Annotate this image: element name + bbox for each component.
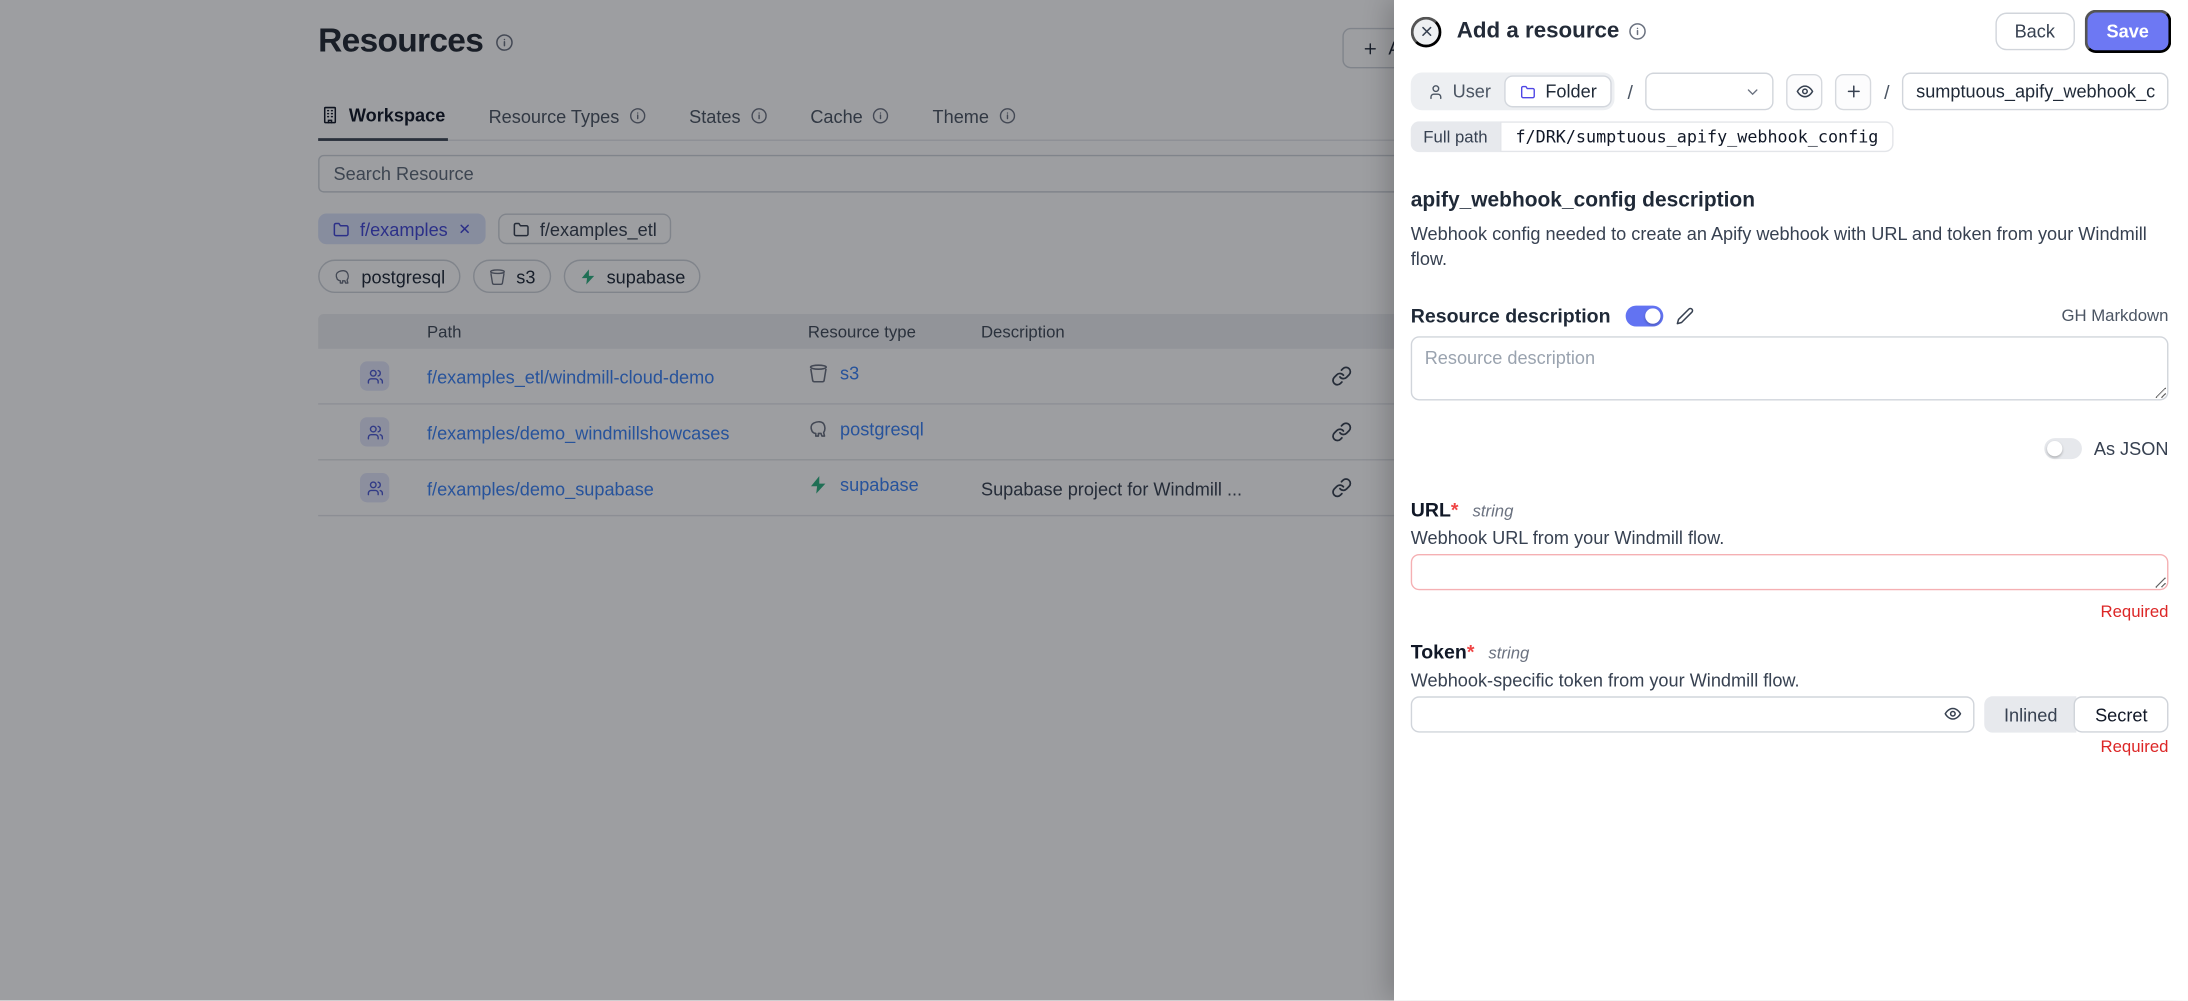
add-resource-drawer: Add a resource Back Save User Folder — [1394, 0, 2188, 1001]
as-json-row: As JSON — [1411, 438, 2169, 459]
owner-kind-folder[interactable]: Folder — [1505, 75, 1612, 107]
token-field-label: Token — [1411, 641, 1467, 663]
save-button[interactable]: Save — [2084, 10, 2171, 53]
info-icon[interactable] — [1629, 22, 1647, 40]
token-field-type: string — [1488, 643, 1529, 663]
description-label: Resource description — [1411, 304, 1611, 326]
owner-kind-user[interactable]: User — [1414, 75, 1505, 107]
resource-name-input[interactable] — [1902, 73, 2168, 111]
token-required-error: Required — [1411, 737, 2169, 757]
url-field-label: URL — [1411, 498, 1451, 520]
drawer-body: apify_webhook_config description Webhook… — [1394, 188, 2188, 756]
back-button[interactable]: Back — [1995, 13, 2074, 51]
as-json-label: As JSON — [2094, 438, 2169, 459]
chevron-down-icon — [1745, 84, 1762, 101]
drawer-header: Add a resource Back Save — [1394, 0, 2188, 61]
plus-icon — [1844, 82, 1862, 100]
eye-icon — [1795, 82, 1813, 100]
path-separator: / — [1884, 80, 1889, 102]
app-root: Resources Add Workspace Resource Types S… — [0, 0, 2188, 1001]
owner-kind-toggle: User Folder — [1411, 73, 1615, 111]
folder-icon — [1520, 83, 1537, 100]
path-separator: / — [1627, 80, 1632, 102]
required-asterisk: * — [1451, 498, 1459, 520]
user-icon — [1427, 83, 1444, 100]
pencil-icon[interactable] — [1676, 306, 1694, 324]
field-token: Token* string Webhook-specific token fro… — [1411, 641, 2169, 757]
eye-icon[interactable] — [1944, 705, 1962, 723]
url-input[interactable] — [1411, 554, 2169, 590]
description-textarea[interactable] — [1411, 336, 2169, 400]
path-section: User Folder / / — [1394, 61, 2188, 152]
token-field-help: Webhook-specific token from your Windmil… — [1411, 670, 2169, 691]
close-icon[interactable] — [1411, 16, 1442, 47]
url-field-type: string — [1472, 501, 1513, 521]
full-path-label: Full path — [1411, 121, 1500, 152]
token-storage-inlined[interactable]: Inlined — [1984, 696, 2077, 732]
token-input[interactable] — [1411, 696, 1975, 732]
full-path-row: Full path f/DRK/sumptuous_apify_webhook_… — [1411, 121, 2169, 152]
token-storage-toggle: Inlined Secret — [1984, 696, 2168, 732]
drawer-title: Add a resource — [1457, 19, 1620, 44]
required-asterisk: * — [1467, 641, 1475, 663]
description-toggle[interactable] — [1626, 305, 1664, 326]
url-required-error: Required — [1411, 602, 2169, 622]
schema-heading: apify_webhook_config description — [1411, 188, 2169, 212]
markdown-hint: GH Markdown — [2061, 306, 2168, 326]
field-url: URL* string Webhook URL from your Windmi… — [1411, 498, 2169, 621]
new-folder-button[interactable] — [1835, 73, 1871, 109]
folder-select[interactable] — [1645, 73, 1773, 111]
full-path-value: f/DRK/sumptuous_apify_webhook_config — [1500, 121, 1894, 152]
view-folder-button[interactable] — [1786, 73, 1822, 109]
url-field-help: Webhook URL from your Windmill flow. — [1411, 528, 2169, 549]
token-storage-secret[interactable]: Secret — [2074, 696, 2168, 732]
schema-description: Webhook config needed to create an Apify… — [1411, 222, 2169, 271]
as-json-toggle[interactable] — [2044, 438, 2082, 459]
description-header-row: Resource description GH Markdown — [1411, 304, 2169, 326]
